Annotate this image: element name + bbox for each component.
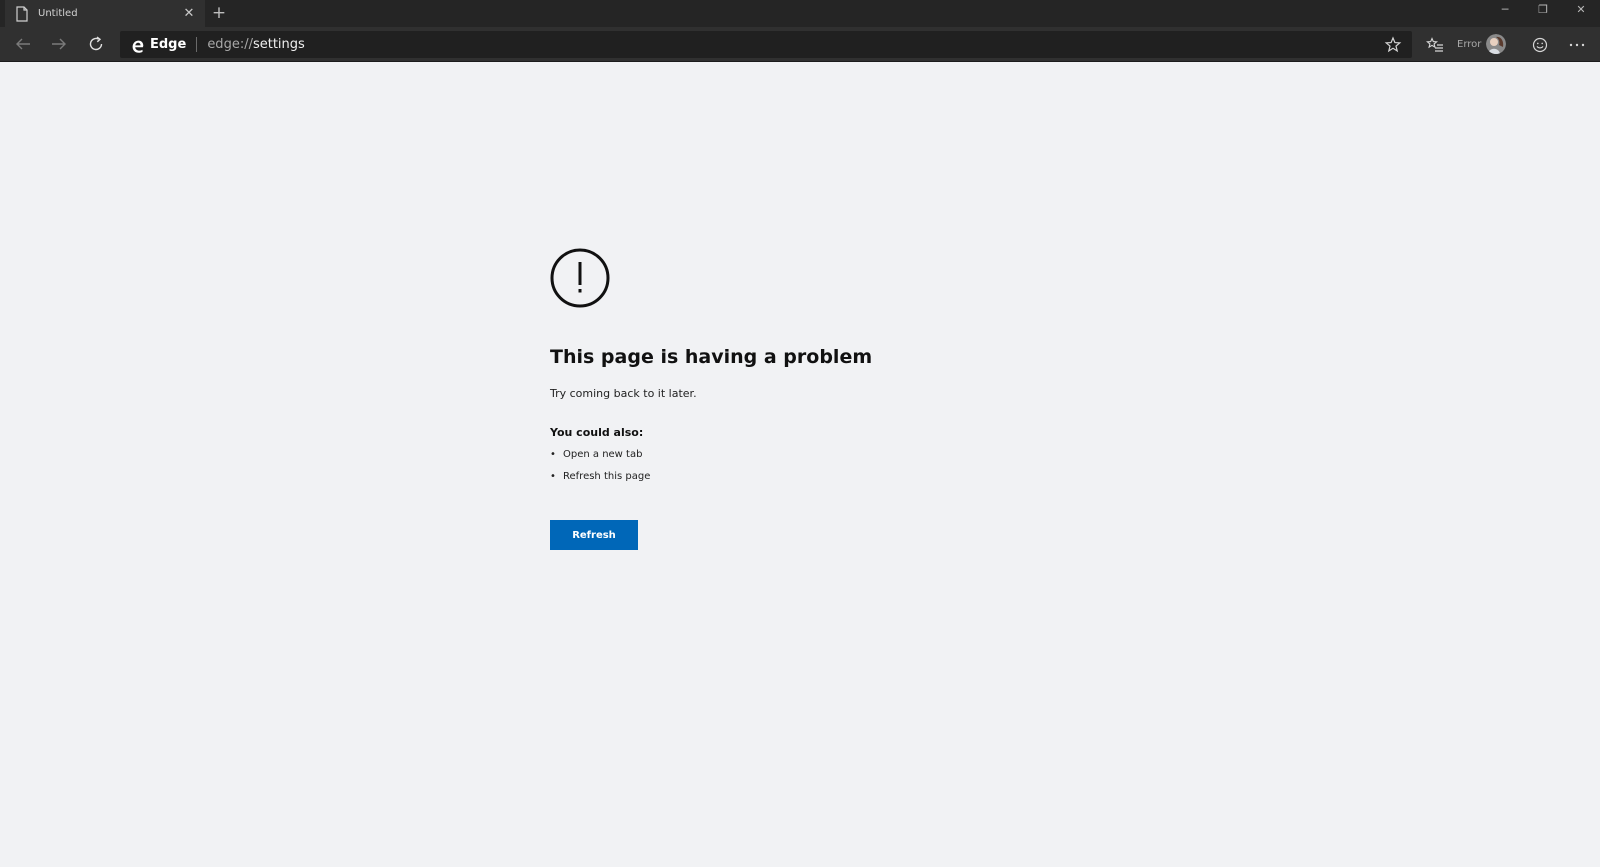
list-item: • Refresh this page: [550, 470, 650, 492]
favorites-button[interactable]: [1424, 34, 1446, 56]
address-divider: [196, 37, 198, 52]
suggestion-open-new-tab: Open a new tab: [563, 449, 643, 460]
reload-icon: [89, 36, 103, 51]
more-icon: [1569, 43, 1585, 47]
address-bar[interactable]: Edge edge:// settings: [120, 31, 1412, 58]
favorites-list-icon: [1426, 37, 1443, 52]
back-arrow-icon: [16, 38, 30, 50]
navigation-toolbar: Edge edge:// settings Error: [0, 27, 1600, 62]
bullet: •: [550, 449, 556, 460]
edge-logo-icon: [131, 38, 144, 53]
restore-button[interactable]: ❐: [1524, 0, 1562, 20]
list-item: • Open a new tab: [550, 448, 650, 470]
url-path: settings: [252, 37, 305, 52]
smiley-icon: [1532, 37, 1548, 53]
page-title: This page is having a problem: [550, 346, 873, 368]
profile-status-label: Error: [1457, 38, 1482, 50]
star-icon[interactable]: [1384, 36, 1402, 54]
settings-menu-button[interactable]: [1566, 34, 1588, 56]
back-button[interactable]: [12, 33, 34, 55]
minimize-button[interactable]: ─: [1486, 0, 1524, 20]
url-scheme: edge://: [207, 37, 253, 52]
suggestions-heading: You could also:: [550, 426, 644, 439]
error-subtitle: Try coming back to it later.: [550, 387, 697, 400]
feedback-button[interactable]: [1529, 34, 1551, 56]
edge-brand-label: Edge: [150, 37, 187, 52]
exclamation-circle-icon: [550, 248, 610, 308]
suggestions-list: • Open a new tab • Refresh this page: [550, 448, 650, 492]
avatar: [1486, 34, 1507, 54]
suggestion-refresh-page: Refresh this page: [563, 471, 651, 482]
new-tab-button[interactable]: +: [209, 3, 229, 23]
page-icon: [15, 5, 29, 22]
forward-button[interactable]: [48, 33, 70, 55]
browser-tab[interactable]: Untitled ✕: [5, 0, 205, 27]
reload-button[interactable]: [85, 33, 107, 55]
refresh-button[interactable]: Refresh: [550, 520, 638, 550]
forward-arrow-icon: [52, 38, 66, 50]
close-window-button[interactable]: ✕: [1562, 0, 1600, 20]
tab-title: Untitled: [38, 8, 78, 19]
profile-button[interactable]: Error: [1457, 31, 1507, 57]
bullet: •: [550, 471, 556, 482]
close-tab-icon[interactable]: ✕: [181, 6, 197, 21]
title-bar: Untitled ✕ + ─ ❐ ✕: [0, 0, 1600, 27]
